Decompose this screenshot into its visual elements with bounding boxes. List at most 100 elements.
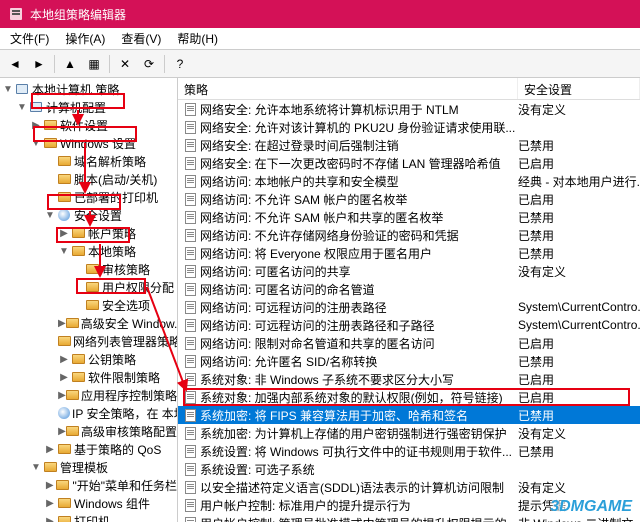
tree-pane[interactable]: ▼本地计算机 策略▼计算机配置▶软件设置▼Windows 设置域名解析策略脚本(… [0,78,178,522]
up-button[interactable]: ▲ [59,53,81,75]
tree-item[interactable]: 已部署的打印机 [0,188,177,206]
expand-icon[interactable]: ▼ [30,138,42,149]
tree-item[interactable]: 网络列表管理器策略 [0,332,177,350]
list-row[interactable]: 网络访问: 本地帐户的共享和安全模型经典 - 对本地用户进行... [178,172,640,190]
policy-icon [182,444,198,458]
expand-icon[interactable]: ▼ [44,210,56,221]
tree-item[interactable]: ▶高级安全 Window... [0,314,177,332]
tree-label: 计算机配置 [46,99,106,116]
tree-label: 脚本(启动/关机) [74,171,157,188]
list-row[interactable]: 网络访问: 不允许 SAM 帐户和共享的匿名枚举已禁用 [178,208,640,226]
list-row[interactable]: 网络访问: 允许匿名 SID/名称转换已禁用 [178,352,640,370]
list-row[interactable]: 网络访问: 不允许存储网络身份验证的密码和凭据已禁用 [178,226,640,244]
expand-icon[interactable]: ▶ [30,120,42,131]
expand-icon[interactable]: ▼ [30,462,42,473]
expand-icon[interactable]: ▶ [44,444,56,455]
list-row[interactable]: 网络安全: 允许对该计算机的 PKU2U 身份验证请求使用联... [178,118,640,136]
help-button[interactable]: ? [169,53,191,75]
policy-icon [182,426,198,440]
list-pane[interactable]: 策略 安全设置 网络安全: 允许本地系统将计算机标识用于 NTLM没有定义网络安… [178,78,640,522]
menu-action[interactable]: 操作(A) [59,28,111,49]
policy-value: 已禁用 [518,407,640,424]
list-row[interactable]: 网络访问: 可匿名访问的命名管道 [178,280,640,298]
refresh-button[interactable]: ⟳ [138,53,160,75]
expand-icon[interactable]: ▶ [58,228,70,239]
comp-icon [14,82,30,96]
list-row[interactable]: 网络安全: 允许本地系统将计算机标识用于 NTLM没有定义 [178,100,640,118]
tree-item[interactable]: ▶"开始"菜单和任务栏 [0,476,177,494]
col-header-setting[interactable]: 安全设置 [518,78,640,99]
tree-item[interactable]: ▶软件限制策略 [0,368,177,386]
expand-icon[interactable]: ▶ [58,354,70,365]
tree-item[interactable]: IP 安全策略，在 本地 [0,404,177,422]
expand-icon[interactable]: ▶ [44,480,55,491]
list-row[interactable]: 网络访问: 不允许 SAM 帐户的匿名枚举已启用 [178,190,640,208]
list-row[interactable]: 网络访问: 可远程访问的注册表路径和子路径System\CurrentContr… [178,316,640,334]
tree-item[interactable]: ▼本地计算机 策略 [0,80,177,98]
policy-name: 网络安全: 在超过登录时间后强制注销 [200,137,518,154]
expand-icon[interactable]: ▶ [58,372,70,383]
policy-icon [182,462,198,476]
tree-item[interactable]: ▶打印机 [0,512,177,522]
tree-item[interactable]: 脚本(启动/关机) [0,170,177,188]
tree-item[interactable]: 用户权限分配 [0,278,177,296]
tree-item[interactable]: ▼ 计算机配置 [0,98,177,116]
export-button[interactable]: ✕ [114,53,136,75]
policy-value: 已禁用 [518,209,640,226]
menu-view[interactable]: 查看(V) [115,28,167,49]
policy-icon [182,174,198,188]
tree-item[interactable]: 审核策略 [0,260,177,278]
list-row[interactable]: 系统设置: 将 Windows 可执行文件中的证书规则用于软件...已禁用 [178,442,640,460]
tree-item[interactable]: ▼管理模板 [0,458,177,476]
list-row[interactable]: 网络访问: 可远程访问的注册表路径System\CurrentContro... [178,298,640,316]
tree-item[interactable]: ▶Windows 组件 [0,494,177,512]
folder-icon [58,334,71,348]
policy-value: 已禁用 [518,245,640,262]
policy-name: 网络访问: 可远程访问的注册表路径和子路径 [200,317,518,334]
list-row[interactable]: 网络访问: 将 Everyone 权限应用于匿名用户已禁用 [178,244,640,262]
list-row[interactable]: 系统对象: 加强内部系统对象的默认权限(例如，符号链接)已启用 [178,388,640,406]
menu-help[interactable]: 帮助(H) [171,28,224,49]
policy-value: 非 Windows 二进制文... [518,515,640,522]
tree-label: 应用程序控制策略 [81,387,177,404]
list-row[interactable]: 系统加密: 为计算机上存储的用户密钥强制进行强密钥保护没有定义 [178,424,640,442]
tree-item[interactable]: ▼安全设置 [0,206,177,224]
tree-item[interactable]: ▶软件设置 [0,116,177,134]
expand-icon[interactable]: ▶ [44,516,56,522]
expand-icon[interactable]: ▶ [58,426,66,437]
tree-item[interactable]: 安全选项 [0,296,177,314]
expand-icon[interactable]: ▼ [58,246,70,257]
tree-item[interactable]: ▶ 应用程序控制策略 [0,386,177,404]
list-row[interactable]: 系统对象: 非 Windows 子系统不要求区分大小写已启用 [178,370,640,388]
list-row[interactable]: 用户帐户控制: 标准用户的提升提示行为提示凭据 [178,496,640,514]
list-row[interactable]: 用户帐户控制: 管理员批准模式中管理员的提升权限提示的...非 Windows … [178,514,640,522]
tree-item[interactable]: ▶公钥策略 [0,350,177,368]
list-row[interactable]: 系统加密: 将 FIPS 兼容算法用于加密、哈希和签名已禁用 [178,406,640,424]
list-header: 策略 安全设置 [178,78,640,100]
folder-icon [66,424,79,438]
expand-icon[interactable]: ▶ [58,390,66,401]
expand-icon[interactable]: ▶ [58,318,66,329]
policy-name: 网络安全: 在下一次更改密码时不存储 LAN 管理器哈希值 [200,155,518,172]
tree-item[interactable]: ▼本地策略 [0,242,177,260]
list-row[interactable]: 网络安全: 在超过登录时间后强制注销已禁用 [178,136,640,154]
tree-item[interactable]: ▶高级审核策略配置 [0,422,177,440]
tree-item[interactable]: ▼Windows 设置 [0,134,177,152]
menu-file[interactable]: 文件(F) [4,28,55,49]
list-row[interactable]: 系统设置: 可选子系统 [178,460,640,478]
list-row[interactable]: 网络访问: 限制对命名管道和共享的匿名访问已启用 [178,334,640,352]
expand-icon[interactable]: ▶ [44,498,56,509]
col-header-policy[interactable]: 策略 [178,78,518,99]
back-button[interactable]: ◄ [4,53,26,75]
expand-icon[interactable]: ▼ [16,102,28,113]
tree-item[interactable]: ▶基于策略的 QoS [0,440,177,458]
forward-button[interactable]: ► [28,53,50,75]
show-hide-button[interactable]: ▦ [83,53,105,75]
tree-item[interactable]: ▶帐户策略 [0,224,177,242]
policy-value: 经典 - 对本地用户进行... [518,173,640,190]
list-row[interactable]: 以安全描述符定义语言(SDDL)语法表示的计算机访问限制没有定义 [178,478,640,496]
list-row[interactable]: 网络访问: 可匿名访问的共享没有定义 [178,262,640,280]
tree-item[interactable]: 域名解析策略 [0,152,177,170]
expand-icon[interactable]: ▼ [2,84,14,95]
list-row[interactable]: 网络安全: 在下一次更改密码时不存储 LAN 管理器哈希值已启用 [178,154,640,172]
